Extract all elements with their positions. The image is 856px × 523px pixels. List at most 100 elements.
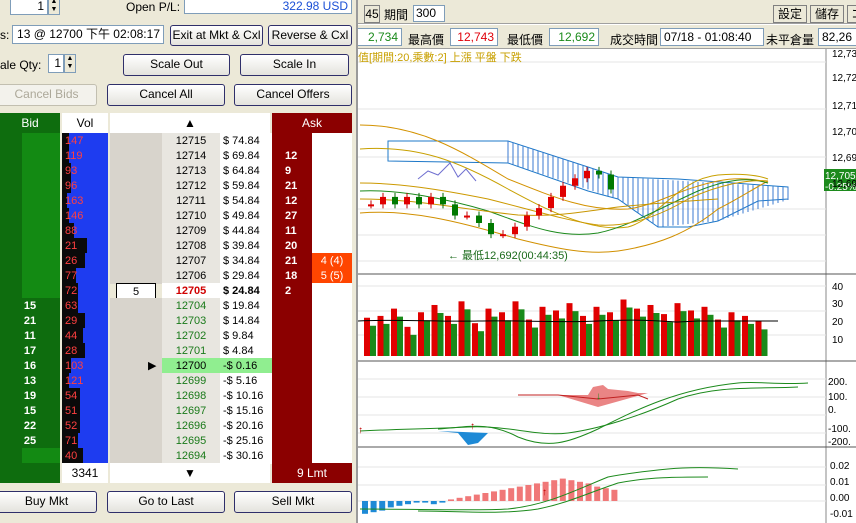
ask-size-cell[interactable]: 21: [272, 178, 312, 194]
more-button[interactable]: コ: [847, 5, 856, 23]
order-qty-cell[interactable]: [110, 238, 162, 254]
order-qty-cell[interactable]: [110, 313, 162, 329]
price-cell[interactable]: 12704: [162, 298, 220, 314]
order-qty-cell[interactable]: [110, 253, 162, 269]
go-to-last-button[interactable]: Go to Last: [107, 491, 225, 513]
working-order-cell[interactable]: [312, 403, 352, 419]
order-qty-cell[interactable]: [110, 448, 162, 464]
ladder-row[interactable]: 146 12710 $ 49.84 27: [0, 208, 352, 224]
ladder-row[interactable]: 13 121 12699 -$ 5.16: [0, 373, 352, 389]
bid-size-cell[interactable]: 11: [0, 328, 60, 344]
price-cell[interactable]: 12710: [162, 208, 220, 224]
order-qty-cell[interactable]: [110, 298, 162, 314]
price-cell[interactable]: 12694: [162, 448, 220, 464]
price-cell[interactable]: 12702: [162, 328, 220, 344]
ask-size-cell[interactable]: 9: [272, 163, 312, 179]
order-qty-cell[interactable]: ▶: [110, 358, 162, 374]
price-cell[interactable]: 12695: [162, 433, 220, 449]
bid-size-cell[interactable]: [0, 448, 60, 464]
ladder-row[interactable]: 72 5 12705 $ 24.84 2: [0, 283, 352, 299]
working-order-cell[interactable]: [312, 238, 352, 254]
ask-size-cell[interactable]: [272, 298, 312, 314]
price-cell[interactable]: 12700: [162, 358, 220, 374]
working-order-cell[interactable]: [312, 433, 352, 449]
working-order-cell[interactable]: [312, 163, 352, 179]
working-order-cell[interactable]: [312, 373, 352, 389]
working-order-cell[interactable]: 5 (5): [312, 268, 352, 284]
ladder-row[interactable]: 25 71 12695 -$ 25.16: [0, 433, 352, 449]
price-cell[interactable]: 12709: [162, 223, 220, 239]
exit-at-market-button[interactable]: Exit at Mkt & Cxl: [170, 25, 263, 46]
price-cell[interactable]: 12701: [162, 343, 220, 359]
working-order-cell[interactable]: [312, 388, 352, 404]
ladder-row[interactable]: 26 12707 $ 34.84 21 4 (4): [0, 253, 352, 269]
price-cell[interactable]: 12707: [162, 253, 220, 269]
scale-in-button[interactable]: Scale In: [240, 54, 349, 76]
order-qty-cell[interactable]: [110, 373, 162, 389]
price-cell[interactable]: 12715: [162, 133, 220, 149]
cancel-offers-button[interactable]: Cancel Offers: [234, 84, 352, 106]
bid-size-cell[interactable]: [0, 163, 60, 179]
price-cell[interactable]: 12713: [162, 163, 220, 179]
price-cell[interactable]: 12699: [162, 373, 220, 389]
price-cell[interactable]: 12706: [162, 268, 220, 284]
ask-size-cell[interactable]: 12: [272, 148, 312, 164]
working-order-cell[interactable]: [312, 223, 352, 239]
bid-size-cell[interactable]: [0, 133, 60, 149]
working-order-cell[interactable]: 4 (4): [312, 253, 352, 269]
bid-size-cell[interactable]: 15: [0, 403, 60, 419]
ladder-row[interactable]: 163 12711 $ 54.84 12: [0, 193, 352, 209]
price-chart-area[interactable]: ← 最低12,692(00:44:35) 值[期間:20,乘數:2] 上漲 平盤…: [358, 49, 856, 523]
scroll-up-arrow[interactable]: ▲: [110, 113, 270, 133]
sell-market-button[interactable]: Sell Mkt: [234, 491, 352, 513]
working-order-cell[interactable]: [312, 328, 352, 344]
ask-size-cell[interactable]: [272, 448, 312, 464]
working-order-cell[interactable]: [312, 298, 352, 314]
period-number[interactable]: 45: [364, 5, 380, 23]
ladder-row[interactable]: 21 29 12703 $ 14.84: [0, 313, 352, 329]
ladder-row[interactable]: 19 54 12698 -$ 10.16: [0, 388, 352, 404]
ask-size-cell[interactable]: [272, 343, 312, 359]
qty-spinner[interactable]: ▲ ▼: [48, 0, 60, 15]
bid-size-cell[interactable]: 25: [0, 433, 60, 449]
working-order-cell[interactable]: [312, 193, 352, 209]
working-order-cell[interactable]: [312, 448, 352, 464]
ask-size-cell[interactable]: 21: [272, 253, 312, 269]
price-cell[interactable]: 12711: [162, 193, 220, 209]
ladder-row[interactable]: 93 12713 $ 64.84 9: [0, 163, 352, 179]
order-qty-cell[interactable]: [110, 418, 162, 434]
buy-market-button[interactable]: Buy Mkt: [0, 491, 97, 513]
ladder-row[interactable]: 96 12712 $ 59.84 21: [0, 178, 352, 194]
ask-size-cell[interactable]: 12: [272, 193, 312, 209]
price-cell[interactable]: 12698: [162, 388, 220, 404]
price-cell[interactable]: 12712: [162, 178, 220, 194]
bid-size-cell[interactable]: [0, 148, 60, 164]
vol-header[interactable]: Vol: [62, 113, 108, 133]
ladder-row[interactable]: 147 12715 $ 74.84: [0, 133, 352, 149]
order-qty-cell[interactable]: [110, 193, 162, 209]
working-order-cell[interactable]: [312, 313, 352, 329]
cancel-all-button[interactable]: Cancel All: [107, 84, 225, 106]
ask-size-cell[interactable]: 27: [272, 208, 312, 224]
price-cell[interactable]: 12703: [162, 313, 220, 329]
settings-button[interactable]: 設定: [773, 5, 807, 23]
bid-size-cell[interactable]: 15: [0, 298, 60, 314]
order-qty-cell[interactable]: [110, 208, 162, 224]
ladder-row[interactable]: 11 44 12702 $ 9.84: [0, 328, 352, 344]
ask-size-cell[interactable]: [272, 388, 312, 404]
working-order-cell[interactable]: [312, 283, 352, 299]
ask-size-cell[interactable]: [272, 133, 312, 149]
working-order-cell[interactable]: [312, 418, 352, 434]
working-order-cell[interactable]: [312, 148, 352, 164]
bid-size-cell[interactable]: 17: [0, 343, 60, 359]
order-qty-cell[interactable]: [110, 388, 162, 404]
working-order-cell[interactable]: [312, 178, 352, 194]
ask-size-cell[interactable]: 11: [272, 223, 312, 239]
ask-size-cell[interactable]: 20: [272, 238, 312, 254]
ask-size-cell[interactable]: [272, 418, 312, 434]
ladder-row[interactable]: 22 52 12696 -$ 20.16: [0, 418, 352, 434]
ask-size-cell[interactable]: 2: [272, 283, 312, 299]
ladder-row[interactable]: 21 12708 $ 39.84 20: [0, 238, 352, 254]
ladder-row[interactable]: 15 63 12704 $ 19.84: [0, 298, 352, 314]
ladder-row[interactable]: 16 103 ▶ 12700 -$ 0.16: [0, 358, 352, 374]
